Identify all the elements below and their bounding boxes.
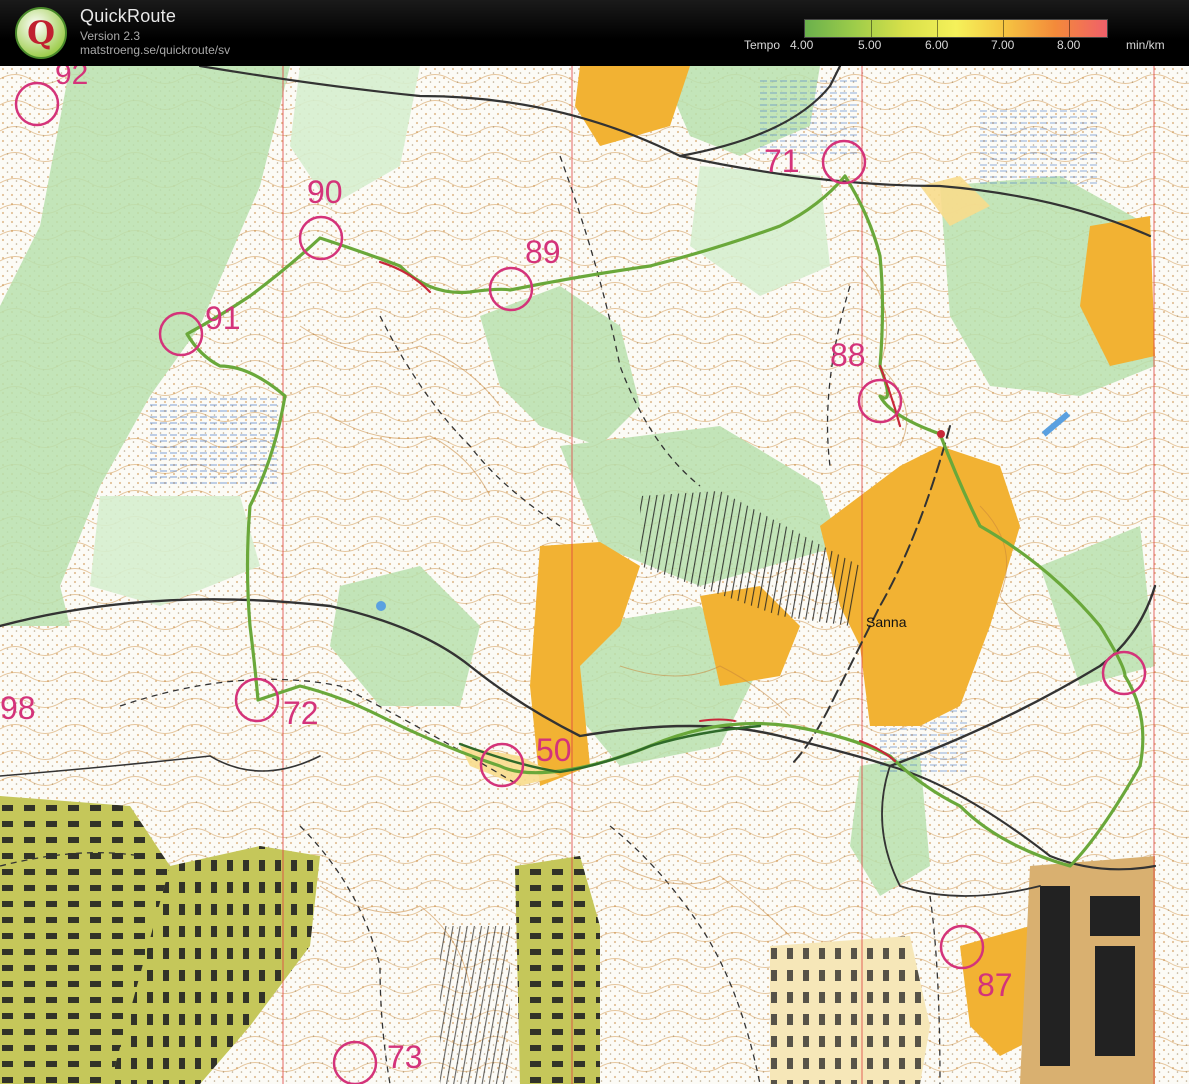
control-label: 90 [307,174,343,210]
pace-tick-label: 4.00 [790,38,814,52]
quickroute-window: Q QuickRoute Version 2.3 matstroeng.se/q… [0,0,1189,1084]
control-label: 92 [55,66,88,91]
control-label: 89 [525,234,561,270]
pace-unit-label: min/km [1126,38,1165,52]
app-url: matstroeng.se/quickroute/sv [80,43,231,57]
control-point: 98 [0,690,36,726]
app-version: Version 2.3 [80,29,141,43]
quickroute-logo: Q [15,7,67,59]
header-bar: Q QuickRoute Version 2.3 matstroeng.se/q… [0,0,1189,66]
pace-tick-label: 5.00 [858,38,882,52]
control-label: 71 [764,143,800,179]
pace-tick-label: 6.00 [925,38,949,52]
control-label: 98 [0,690,36,726]
control-label: 87 [977,967,1013,1003]
control-label: 91 [205,300,241,336]
control-label: 73 [387,1039,423,1075]
pace-tick-label: 7.00 [991,38,1015,52]
pace-scale-title: Tempo [744,38,781,52]
control-label: 88 [830,337,866,373]
control-label: 72 [283,695,319,731]
app-title: QuickRoute [80,6,177,26]
place-label-sanna: Sanna [866,614,907,630]
control-label: 50 [536,732,572,768]
svg-text:Q: Q [27,14,55,52]
pace-tick-label: 8.00 [1057,38,1081,52]
pace-color-scale [804,19,1108,38]
orienteering-map[interactable]: Sanna 92 90 89 91 71 88 72 50 98 87 73 [0,66,1189,1084]
